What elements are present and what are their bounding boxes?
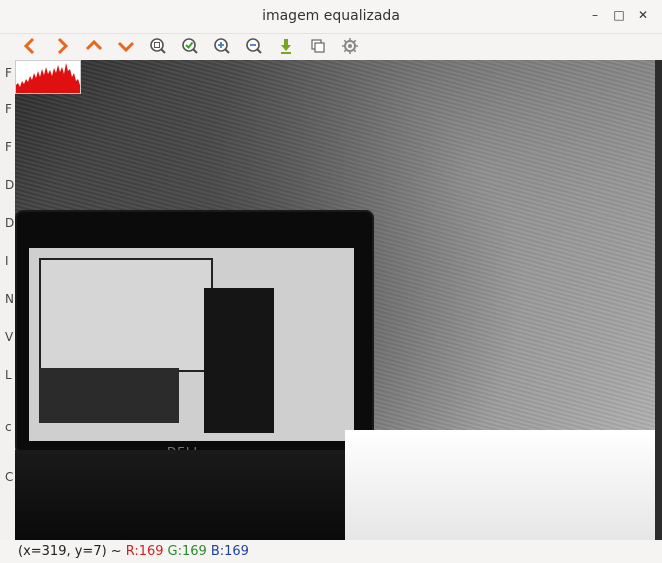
background-letter: V xyxy=(5,330,14,344)
window-titlebar: imagem equalizada – □ ✕ xyxy=(0,0,662,34)
save-button[interactable] xyxy=(274,34,298,58)
background-letter: D xyxy=(5,178,15,192)
zoom-original-button[interactable] xyxy=(178,34,202,58)
background-letter: F xyxy=(5,66,12,80)
nested-terminal xyxy=(204,288,274,433)
histogram-chart xyxy=(16,63,80,93)
properties-button[interactable] xyxy=(338,34,362,58)
background-letter: c xyxy=(5,420,12,434)
pan-up-button[interactable] xyxy=(82,34,106,58)
laptop-screen xyxy=(29,248,354,441)
copy-icon xyxy=(311,39,325,53)
zoom-fit-button[interactable] xyxy=(146,34,170,58)
pan-down-button[interactable] xyxy=(114,34,138,58)
background-letter: I xyxy=(5,254,9,268)
background-window-strip: F F F D D I N V L c C xyxy=(0,60,15,540)
download-arrow-icon xyxy=(281,39,291,54)
gear-icon xyxy=(342,38,358,54)
laptop-keyboard xyxy=(15,450,375,540)
background-letter: F xyxy=(5,140,12,154)
pan-right-button[interactable] xyxy=(50,34,74,58)
background-letter: N xyxy=(5,292,14,306)
zoom-in-button[interactable] xyxy=(210,34,234,58)
zoom-fit-icon xyxy=(150,38,166,54)
close-button[interactable]: ✕ xyxy=(634,6,652,24)
pixel-coordinates: (x=319, y=7) ~ xyxy=(18,544,122,559)
zoom-out-button[interactable] xyxy=(242,34,266,58)
histogram-thumbnail xyxy=(15,60,81,94)
background-letter: C xyxy=(5,470,14,484)
status-bar: (x=319, y=7) ~ R:169 G:169 B:169 xyxy=(0,540,662,563)
pan-left-button[interactable] xyxy=(18,34,42,58)
red-value: R:169 xyxy=(125,544,164,559)
chevron-up-icon xyxy=(85,39,103,51)
chevron-left-icon xyxy=(23,37,35,55)
zoom-in-icon xyxy=(214,38,230,54)
toolbar xyxy=(18,34,362,58)
blue-value: B:169 xyxy=(210,544,249,559)
window-controls: – □ ✕ xyxy=(586,6,652,24)
nested-terminal xyxy=(39,368,179,423)
maximize-button[interactable]: □ xyxy=(610,6,628,24)
background-letter: F xyxy=(5,102,12,116)
background-letter: L xyxy=(5,368,12,382)
window-title: imagem equalizada xyxy=(262,8,400,24)
zoom-check-icon xyxy=(182,38,198,54)
image-canvas[interactable]: DELL xyxy=(15,60,655,540)
zoom-out-icon xyxy=(246,38,262,54)
green-value: G:169 xyxy=(167,544,207,559)
background-letter: D xyxy=(5,216,15,230)
chevron-right-icon xyxy=(57,37,69,55)
nested-window xyxy=(39,258,213,372)
laptop-photo: DELL xyxy=(15,210,374,459)
paper-sheets xyxy=(345,430,655,540)
minimize-button[interactable]: – xyxy=(586,6,604,24)
chevron-down-icon xyxy=(117,41,135,53)
copy-button[interactable] xyxy=(306,34,330,58)
background-window-strip-right xyxy=(655,60,662,540)
